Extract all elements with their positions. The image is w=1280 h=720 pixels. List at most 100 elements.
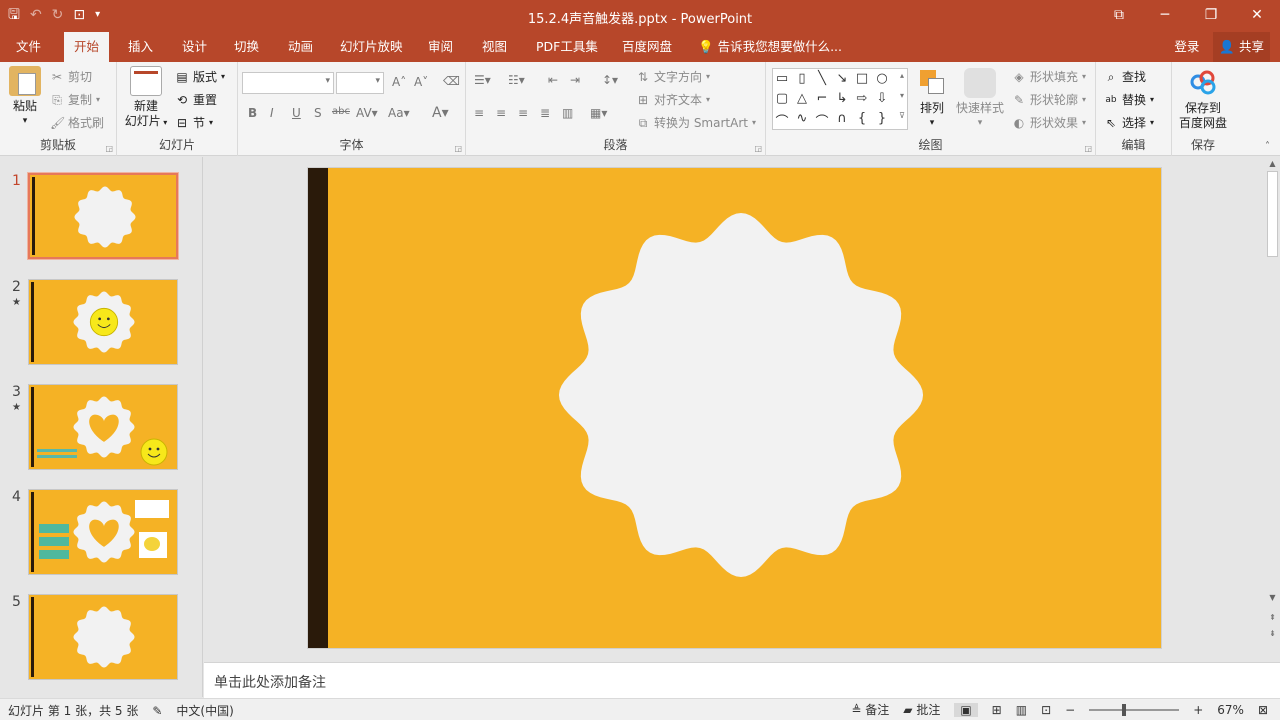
- line-spacing-icon[interactable]: ↕▾: [602, 73, 618, 87]
- reading-view-icon[interactable]: ▥: [1016, 703, 1027, 717]
- numbering-icon[interactable]: ☷▾: [508, 73, 525, 87]
- font-size-combo[interactable]: [336, 72, 384, 94]
- line-icon[interactable]: ╲: [813, 71, 831, 86]
- zoom-slider-knob[interactable]: [1122, 703, 1127, 716]
- collapse-ribbon-icon[interactable]: ˄: [1265, 141, 1270, 152]
- tab-pdf-tools[interactable]: PDF工具集: [526, 32, 608, 62]
- tell-me-box[interactable]: 💡 告诉我您想要做什么...: [688, 32, 852, 62]
- font-launcher-icon[interactable]: ◲: [454, 144, 462, 153]
- tab-transitions[interactable]: 切换: [224, 32, 269, 62]
- gallery-more-icon[interactable]: ⊽: [893, 111, 911, 120]
- curve-icon[interactable]: ∩: [833, 111, 851, 126]
- right-arrow-icon[interactable]: ⇨: [853, 91, 871, 106]
- tab-insert[interactable]: 插入: [118, 32, 163, 62]
- elbow-arrow-icon[interactable]: ↳: [833, 91, 851, 106]
- left-brace-icon[interactable]: {: [853, 111, 871, 126]
- thumbnail-slide-2[interactable]: 2 ★: [0, 279, 202, 371]
- paste-button[interactable]: 粘贴 ▾: [6, 66, 44, 129]
- scribble-icon[interactable]: ∿: [793, 111, 811, 126]
- tab-design[interactable]: 设计: [172, 32, 217, 62]
- slideshow-view-icon[interactable]: ⊡: [1041, 703, 1051, 717]
- scroll-down-arrow-icon[interactable]: ▼: [1265, 593, 1280, 602]
- textbox-icon[interactable]: ▭: [773, 71, 791, 86]
- tab-baidu-netdisk[interactable]: 百度网盘: [612, 32, 682, 62]
- save-to-baidu-button[interactable]: 保存到 百度网盘: [1174, 68, 1232, 131]
- scroll-up-arrow-icon[interactable]: ▲: [1265, 159, 1280, 168]
- shapes-gallery[interactable]: ▭ ▯ ╲ ↘ □ ○ ▢ △ ⌐ ↳ ⇨ ⇩ ⌒ ∿ ⌒ ∩ { } ▴ ▾ …: [772, 68, 908, 130]
- normal-view-icon[interactable]: ▣: [954, 702, 978, 717]
- freeform-icon[interactable]: ⌒: [773, 111, 791, 130]
- down-arrow-icon[interactable]: ⇩: [873, 91, 891, 106]
- quick-styles-button[interactable]: 快速样式 ▾: [952, 68, 1008, 131]
- previous-slide-icon[interactable]: ⇞: [1265, 613, 1280, 622]
- tab-file[interactable]: 文件: [6, 32, 51, 62]
- columns-icon[interactable]: ▦▾: [590, 106, 607, 120]
- rectangle-icon[interactable]: □: [853, 71, 871, 86]
- smartart-button[interactable]: ⧉ 转换为 SmartArt ▾: [636, 114, 756, 131]
- replace-button[interactable]: ab 替换 ▾: [1104, 91, 1154, 108]
- bold-icon[interactable]: B: [248, 106, 257, 120]
- cut-button[interactable]: ✂ 剪切: [50, 68, 92, 85]
- paragraph-launcher-icon[interactable]: ◲: [754, 144, 762, 153]
- share-button[interactable]: 👤 共享: [1213, 32, 1270, 62]
- format-painter-button[interactable]: 🖌 格式刷: [50, 114, 104, 131]
- align-right-icon[interactable]: ≡: [518, 106, 528, 120]
- scroll-down-icon[interactable]: ▾: [893, 91, 911, 100]
- increase-font-icon[interactable]: A˄: [392, 75, 406, 89]
- oval-icon[interactable]: ○: [873, 71, 891, 86]
- zoom-in-icon[interactable]: +: [1193, 703, 1203, 717]
- comments-toggle[interactable]: ▰ 批注: [903, 701, 940, 718]
- align-left-icon[interactable]: ≡: [474, 106, 484, 120]
- thumbnail-slide-5[interactable]: 5: [0, 594, 202, 686]
- strikethrough-icon[interactable]: abc: [332, 106, 350, 117]
- change-case-icon[interactable]: Aa▾: [388, 106, 410, 120]
- text-shadow-icon[interactable]: S: [314, 106, 322, 120]
- spellcheck-icon[interactable]: ✎: [152, 704, 162, 718]
- tab-home[interactable]: 开始: [64, 32, 110, 62]
- login-link[interactable]: 登录: [1174, 32, 1199, 62]
- clear-formatting-icon[interactable]: ⌫: [443, 74, 460, 88]
- thumbnail-slide-4[interactable]: 4: [0, 489, 202, 581]
- align-text-button[interactable]: ⊞ 对齐文本 ▾: [636, 91, 710, 108]
- drawing-launcher-icon[interactable]: ◲: [1084, 144, 1092, 153]
- scroll-up-icon[interactable]: ▴: [893, 71, 911, 80]
- italic-icon[interactable]: I: [270, 106, 274, 120]
- notes-placeholder[interactable]: 单击此处添加备注: [214, 672, 326, 692]
- dialog-launcher-icon[interactable]: ◲: [105, 144, 113, 153]
- tab-animations[interactable]: 动画: [278, 32, 323, 62]
- elbow-connector-icon[interactable]: ⌐: [813, 91, 831, 106]
- fit-slide-icon[interactable]: ⊠: [1258, 703, 1268, 717]
- increase-indent-icon[interactable]: ⇥: [570, 73, 580, 87]
- ribbon-display-options-icon[interactable]: ⧉: [1096, 0, 1142, 32]
- right-brace-icon[interactable]: }: [873, 111, 891, 126]
- arc-icon[interactable]: ⌒: [813, 111, 831, 130]
- find-button[interactable]: ⌕ 查找: [1104, 68, 1146, 85]
- shape-outline-button[interactable]: ✎ 形状轮廓 ▾: [1012, 91, 1086, 108]
- select-button[interactable]: ⇖ 选择 ▾: [1104, 114, 1154, 131]
- justify-icon[interactable]: ≣: [540, 106, 550, 120]
- thumbnail-slide-3[interactable]: 3 ★: [0, 384, 202, 476]
- decrease-indent-icon[interactable]: ⇤: [548, 73, 558, 87]
- scalloped-badge-shape[interactable]: [556, 210, 926, 580]
- slide-editor[interactable]: [204, 157, 1265, 662]
- slide-sorter-icon[interactable]: ⊞: [992, 703, 1002, 717]
- shape-fill-button[interactable]: ◈ 形状填充 ▾: [1012, 68, 1086, 85]
- reset-button[interactable]: ⟲ 重置: [175, 91, 217, 108]
- rounded-rect-icon[interactable]: ▢: [773, 91, 791, 106]
- underline-icon[interactable]: U: [292, 106, 301, 120]
- notes-pane[interactable]: 单击此处添加备注: [204, 662, 1280, 698]
- layout-button[interactable]: ▤ 版式 ▾: [175, 68, 225, 85]
- align-center-icon[interactable]: ≡: [496, 106, 506, 120]
- section-button[interactable]: ⊟ 节 ▾: [175, 114, 213, 131]
- bullets-icon[interactable]: ☰▾: [474, 73, 491, 87]
- vertical-textbox-icon[interactable]: ▯: [793, 71, 811, 86]
- thumbnail-slide-1[interactable]: 1: [0, 172, 202, 265]
- scroll-thumb[interactable]: [1267, 171, 1278, 257]
- zoom-out-icon[interactable]: −: [1065, 703, 1075, 717]
- distributed-icon[interactable]: ▥: [562, 106, 573, 120]
- shape-effects-button[interactable]: ◐ 形状效果 ▾: [1012, 114, 1086, 131]
- arrange-button[interactable]: 排列 ▾: [914, 68, 950, 131]
- arrow-line-icon[interactable]: ↘: [833, 71, 851, 86]
- tab-slideshow[interactable]: 幻灯片放映: [330, 32, 413, 62]
- font-color-icon[interactable]: A▾: [432, 105, 449, 121]
